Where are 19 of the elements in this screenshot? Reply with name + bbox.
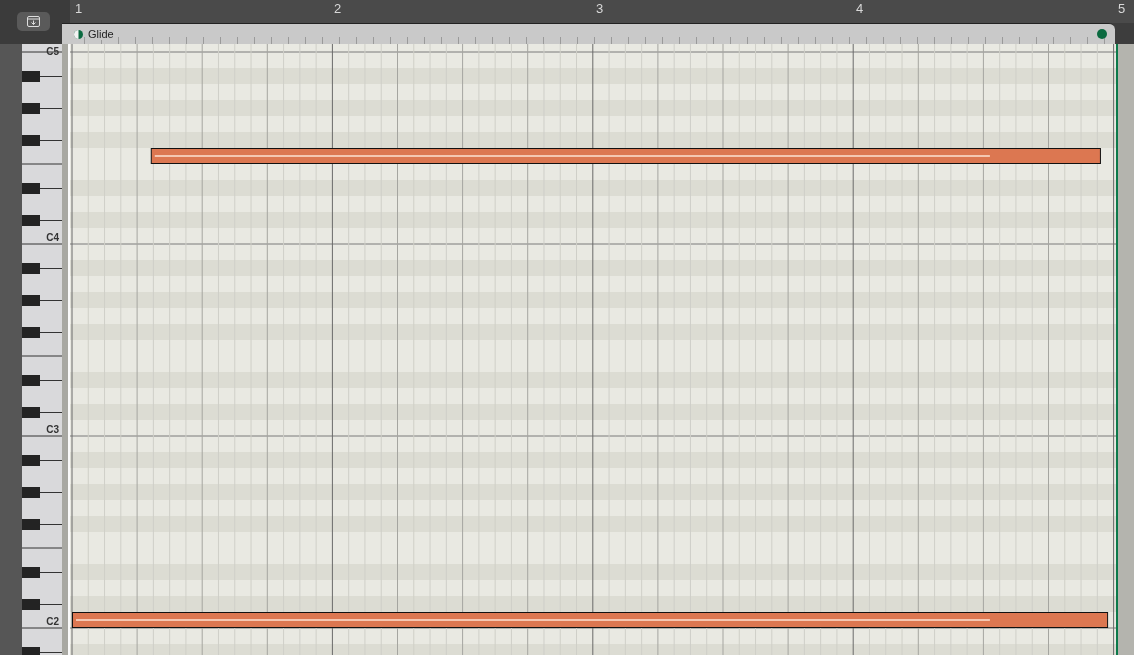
bar-number: 1 — [75, 1, 83, 16]
region-name: Glide — [88, 28, 114, 40]
download-icon — [27, 16, 40, 27]
bar-number: 2 — [334, 1, 342, 16]
bar-number: 4 — [856, 1, 864, 16]
key-label: C5 — [46, 46, 59, 57]
key-label: C2 — [46, 616, 59, 627]
bar-number: 3 — [596, 1, 604, 16]
midi-note[interactable] — [150, 148, 1101, 164]
midi-note[interactable] — [72, 612, 1109, 628]
region-header[interactable]: Glide — [62, 23, 1115, 44]
download-button[interactable] — [17, 12, 50, 31]
key-label: C4 — [46, 232, 59, 243]
region-end-dot[interactable] — [1097, 29, 1107, 39]
bar-number: 5 — [1118, 1, 1126, 16]
timeline-ruler[interactable]: 1 2 3 4 5 — [70, 0, 1134, 23]
key-label: C3 — [46, 424, 59, 435]
piano-keyboard-drawing[interactable] — [22, 44, 70, 655]
region-icon — [74, 29, 83, 39]
